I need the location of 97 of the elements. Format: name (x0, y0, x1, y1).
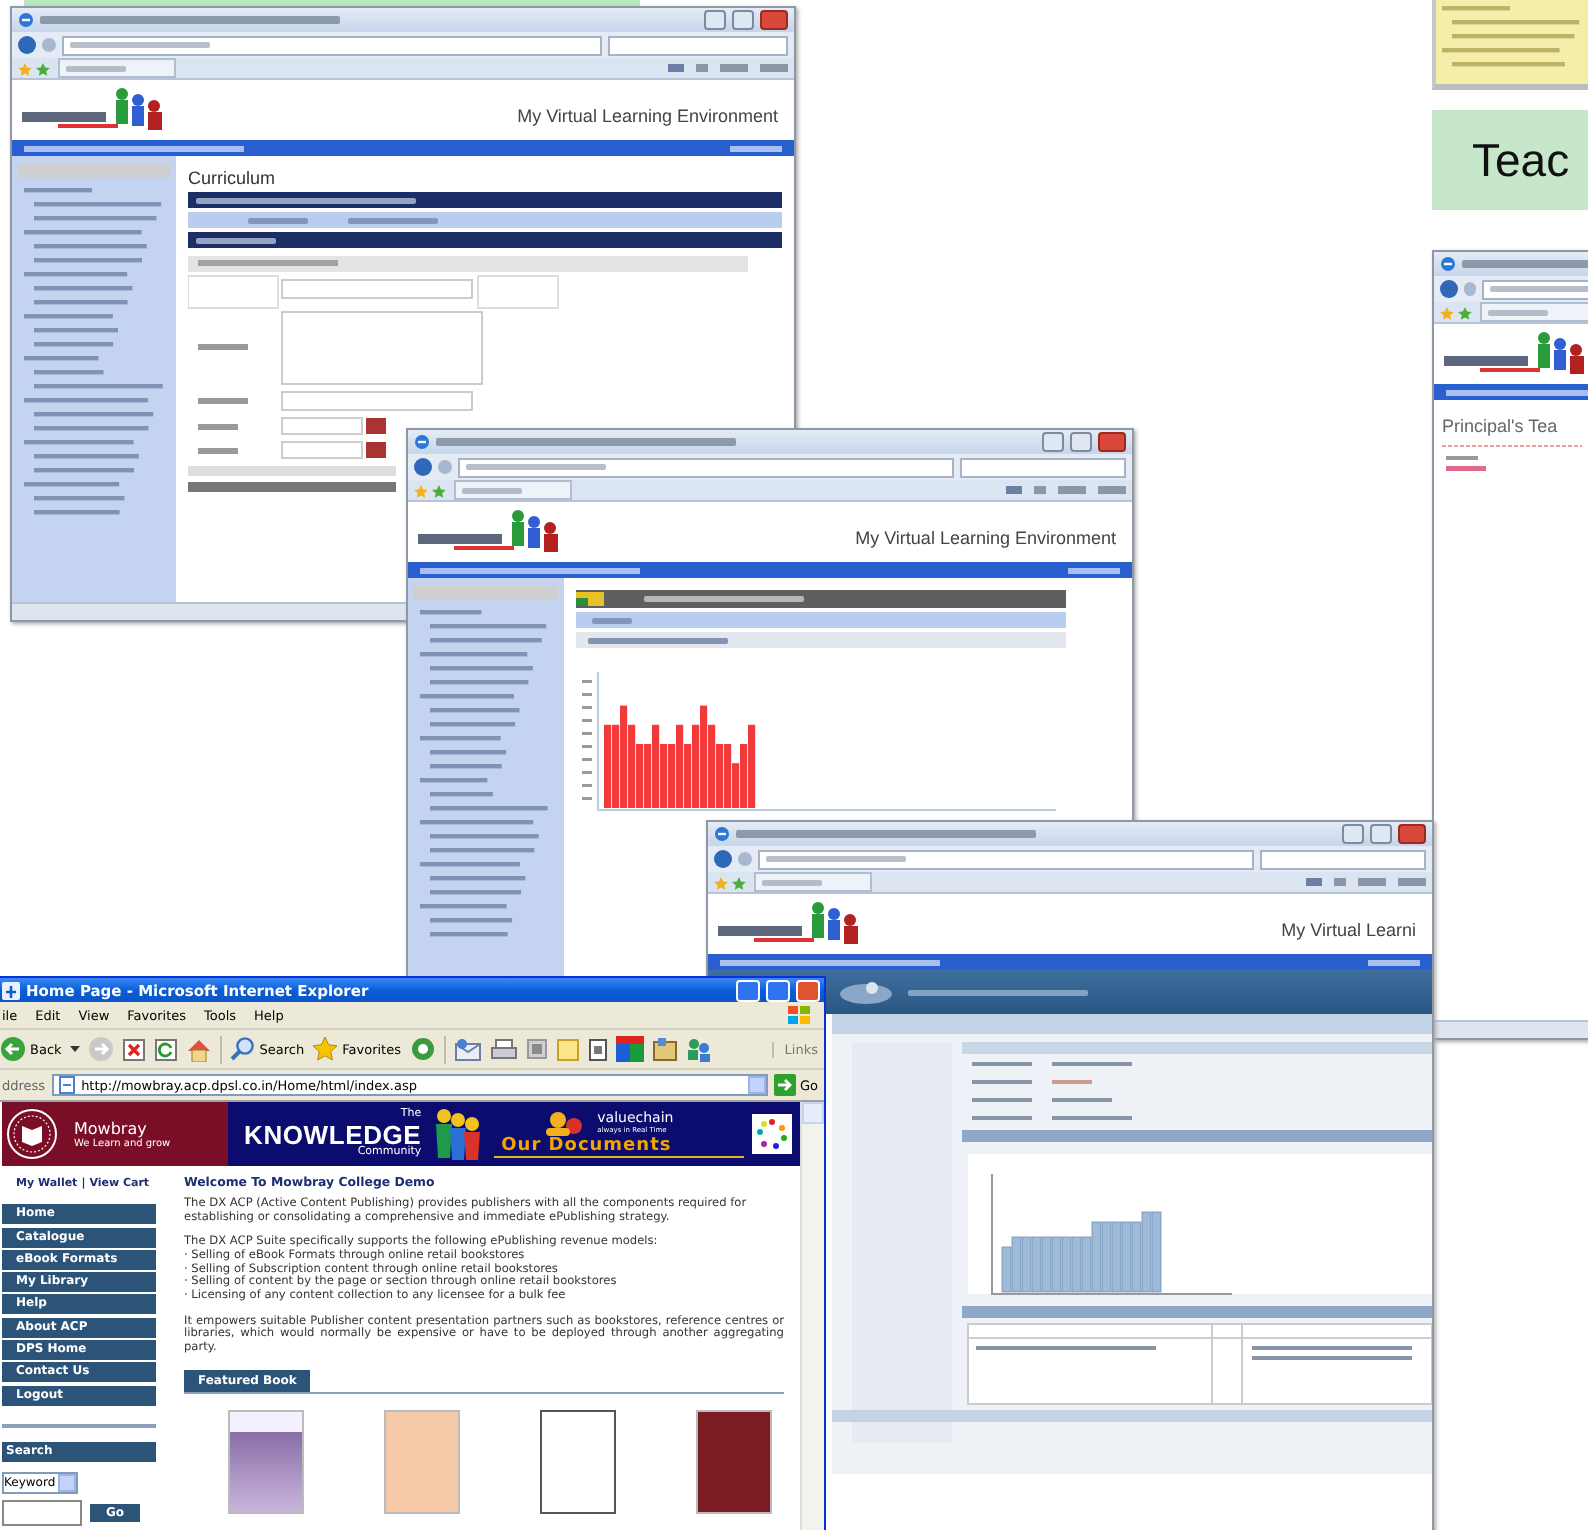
blurred-text (348, 217, 438, 223)
address-field[interactable] (1482, 279, 1588, 299)
scrollbar[interactable] (800, 1102, 824, 1530)
minimize-button[interactable] (704, 10, 726, 30)
brand-name: KNOWLEDGE (244, 1121, 422, 1147)
site-title: My Virtual Learning Environment (517, 104, 778, 126)
search-field[interactable] (959, 457, 1126, 477)
home-button[interactable] (185, 1037, 212, 1061)
favorites-icon[interactable] (18, 61, 50, 75)
favorites-icon[interactable] (1440, 305, 1472, 319)
forward-button[interactable] (438, 460, 452, 474)
address-field[interactable] (62, 35, 603, 55)
blurred-list-drawing (1442, 444, 1582, 472)
go-arrow-icon (773, 1074, 796, 1096)
browser-icon (714, 826, 730, 842)
favorites-icon[interactable] (714, 875, 746, 889)
forward-button[interactable] (42, 38, 56, 52)
maximize-button[interactable] (1370, 824, 1392, 844)
site-title: My Virtual Learning Environment (855, 526, 1116, 548)
page-heading: Principal's Tea (1442, 416, 1560, 436)
browser-icon (18, 12, 34, 28)
page-icon (57, 1076, 76, 1094)
dots-logo-icon (752, 1114, 792, 1154)
browser-icon (414, 434, 430, 450)
note-button[interactable] (555, 1037, 579, 1061)
page-icon (2, 981, 20, 999)
blurred-text (730, 145, 782, 151)
search-field[interactable] (1259, 849, 1426, 869)
forward-button[interactable] (738, 852, 752, 866)
search-field[interactable] (608, 35, 788, 55)
maximize-button[interactable] (732, 10, 754, 30)
refresh-button[interactable] (153, 1037, 178, 1061)
blurred-text (766, 856, 906, 862)
blurred-text (762, 879, 822, 885)
close-button[interactable] (760, 10, 788, 30)
browser-tab[interactable] (454, 480, 572, 500)
media-button[interactable] (409, 1036, 435, 1062)
star-icon (312, 1036, 339, 1062)
toolbar-icons-drawing[interactable] (1006, 484, 1126, 496)
forward-button[interactable] (1463, 282, 1477, 296)
section-title: Our Documents (501, 1137, 672, 1157)
site-title: My Virtual Learni (1281, 918, 1416, 940)
blurred-text (1490, 286, 1588, 292)
browser-icon (1440, 256, 1456, 272)
toolbar-icons-drawing[interactable] (668, 62, 788, 74)
book-cover[interactable] (540, 1409, 616, 1514)
blurred-text (1488, 309, 1548, 315)
back-button[interactable] (18, 36, 36, 54)
search-icon (229, 1036, 256, 1062)
tiles-button[interactable] (615, 1036, 643, 1062)
app-logo-icon (836, 978, 896, 1006)
sidebar-header (414, 586, 558, 600)
back-button[interactable] (714, 850, 732, 868)
blurred-text (196, 237, 276, 243)
browser-tab[interactable] (1480, 302, 1588, 322)
favorites-icon[interactable] (414, 483, 446, 497)
browser-tab[interactable] (58, 58, 176, 78)
minimize-button[interactable] (1042, 432, 1064, 452)
edit-button[interactable] (525, 1038, 547, 1060)
maximize-button[interactable] (1070, 432, 1092, 452)
axis-ticks (582, 680, 592, 800)
address-field[interactable] (458, 457, 954, 477)
stop-button[interactable] (121, 1037, 146, 1061)
back-button[interactable] (1440, 280, 1458, 298)
caret-icon[interactable] (69, 1045, 80, 1053)
close-button[interactable] (1098, 432, 1126, 452)
crest-icon (6, 1108, 58, 1160)
toolbar-icons-drawing[interactable] (1306, 876, 1426, 888)
blurred-text (592, 617, 632, 623)
blurred-text (462, 487, 522, 493)
folder-button[interactable] (651, 1036, 677, 1062)
blurred-text (1368, 959, 1420, 965)
print-button[interactable] (489, 1037, 517, 1061)
windows-logo-icon (786, 1004, 812, 1026)
book-cover[interactable] (228, 1409, 304, 1514)
page-heading: Curriculum (188, 168, 278, 188)
blurred-text (466, 464, 606, 470)
blurred-text (1068, 567, 1120, 573)
report-icon (576, 592, 604, 606)
blurred-text (588, 637, 728, 643)
book-cover[interactable] (696, 1409, 772, 1514)
people-button[interactable] (685, 1036, 711, 1062)
school-name: Mowbray (74, 1119, 149, 1137)
back-button[interactable] (414, 458, 432, 476)
minimize-button[interactable] (1342, 824, 1364, 844)
address-field[interactable] (758, 849, 1254, 869)
caption-label: Teac (1432, 110, 1588, 210)
blurred-text (66, 65, 126, 71)
mail-button[interactable] (453, 1037, 481, 1061)
dropdown-button[interactable] (747, 1076, 766, 1094)
document-button[interactable] (587, 1037, 607, 1061)
close-button[interactable] (1398, 824, 1426, 844)
browser-tab[interactable] (754, 872, 872, 892)
blurred-text (248, 217, 308, 223)
search-field[interactable] (2, 1499, 82, 1526)
blurred-text (70, 42, 210, 48)
back-arrow-icon (0, 1036, 26, 1062)
